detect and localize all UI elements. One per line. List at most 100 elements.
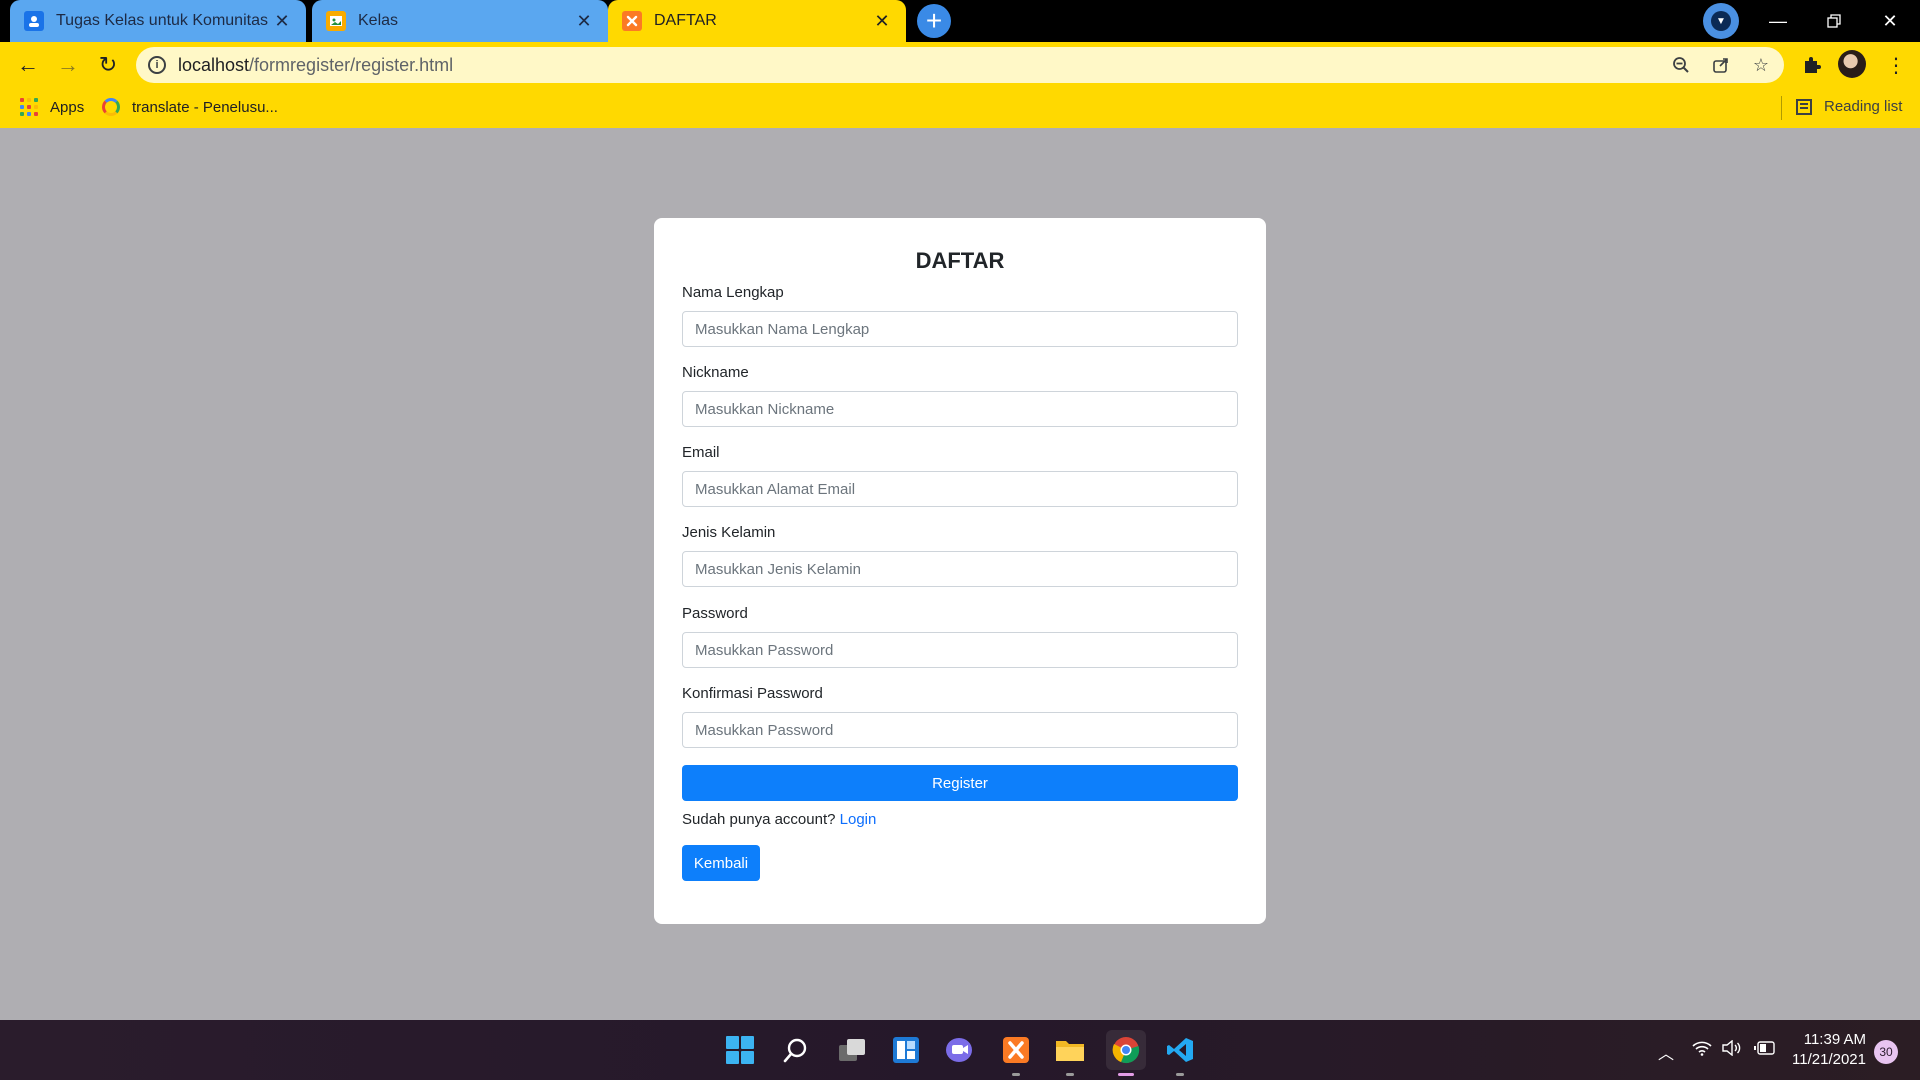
xampp-icon [1003, 1037, 1029, 1063]
minimize-button[interactable]: — [1750, 0, 1806, 42]
label-email: Email [682, 444, 720, 461]
system-clock[interactable]: 11:39 AM 11/21/2021 [1790, 1030, 1866, 1070]
menu-kebab-icon[interactable]: ⋮ [1880, 49, 1912, 81]
tab-strip: Tugas Kelas untuk Komunitas Pro ✕ Kelas … [0, 0, 1920, 42]
url-path: /formregister/register.html [249, 55, 454, 75]
nama-lengkap-input[interactable] [682, 311, 1238, 347]
password-input[interactable] [682, 632, 1238, 668]
chevron-down-icon: ▼ [1711, 11, 1731, 31]
running-indicator [1066, 1073, 1074, 1076]
zoom-icon[interactable] [1668, 52, 1694, 78]
login-prompt-line: Sudah punya account? Login [682, 811, 876, 828]
reload-button[interactable]: ↻ [92, 49, 124, 81]
widgets-button[interactable] [886, 1030, 926, 1070]
taskbar-search-button[interactable] [776, 1030, 816, 1070]
reload-icon: ↻ [98, 52, 118, 77]
clock-date: 11/21/2021 [1792, 1051, 1866, 1068]
tab-tugas-kelas[interactable]: Tugas Kelas untuk Komunitas Pro ✕ [10, 0, 306, 42]
file-explorer-icon [1056, 1041, 1084, 1061]
classroom-icon [24, 11, 44, 31]
arrow-right-icon: → [57, 52, 79, 77]
tab-search-button[interactable]: ▼ [1703, 3, 1739, 39]
label-konfirmasi-password: Konfirmasi Password [682, 685, 823, 702]
clock-time: 11:39 AM [1803, 1031, 1866, 1048]
form-title: DAFTAR [915, 248, 1005, 273]
browser-toolbar: ← → ↻ i localhost/formregister/register.… [0, 42, 1920, 88]
close-icon[interactable]: ✕ [272, 11, 292, 32]
forward-button[interactable]: → [52, 49, 84, 81]
chevron-up-icon[interactable]: ︿ [1658, 1040, 1674, 1064]
task-view-icon [839, 1039, 865, 1061]
vscode-icon [1167, 1038, 1193, 1062]
restore-button[interactable] [1806, 0, 1862, 42]
konfirmasi-password-input[interactable] [682, 712, 1238, 748]
login-prompt-text: Sudah punya account? [682, 811, 836, 828]
email-input[interactable] [682, 471, 1238, 507]
register-card: DAFTAR Nama Lengkap Nickname Email Jenis… [654, 218, 1266, 924]
url-text[interactable]: localhost/formregister/register.html [178, 55, 453, 76]
running-indicator [1176, 1073, 1184, 1076]
new-tab-button[interactable]: + [917, 4, 951, 38]
xampp-taskbar-button[interactable] [996, 1030, 1036, 1076]
label-nama-lengkap: Nama Lengkap [682, 284, 784, 301]
teams-chat-icon [946, 1038, 972, 1062]
close-icon: ✕ [1882, 10, 1898, 31]
label-jenis-kelamin: Jenis Kelamin [682, 524, 776, 541]
back-button[interactable]: Kembali [682, 845, 760, 881]
label-nickname: Nickname [682, 364, 749, 381]
file-explorer-button[interactable] [1050, 1030, 1090, 1076]
restore-icon [1827, 14, 1841, 28]
classroom-image-icon [326, 11, 346, 31]
chrome-taskbar-button[interactable] [1106, 1030, 1146, 1076]
running-indicator [1012, 1073, 1020, 1076]
back-button[interactable]: ← [12, 49, 44, 81]
share-icon[interactable] [1708, 52, 1734, 78]
battery-icon[interactable] [1754, 1040, 1776, 1061]
login-link[interactable]: Login [840, 811, 877, 828]
task-view-button[interactable] [832, 1030, 872, 1070]
reading-list-icon [1796, 98, 1812, 115]
close-icon[interactable]: ✕ [574, 11, 594, 32]
minimize-icon: — [1769, 10, 1787, 31]
bookmark-label: Apps [50, 98, 85, 116]
register-button[interactable]: Register [682, 765, 1238, 801]
bookmark-divider [1781, 96, 1782, 120]
label-password: Password [682, 605, 748, 622]
tab-title: Kelas [358, 12, 399, 29]
bookmarks-bar: Apps translate - Penelusu... Reading lis… [0, 88, 1920, 128]
windows-start-icon [726, 1036, 754, 1064]
tab-title: DAFTAR [654, 12, 717, 29]
running-indicator [1118, 1073, 1134, 1076]
bookmark-apps[interactable]: Apps [20, 98, 84, 116]
reading-list-button[interactable]: Reading list [1796, 98, 1902, 115]
profile-avatar[interactable] [1838, 50, 1866, 78]
notification-badge[interactable]: 30 [1874, 1040, 1898, 1064]
search-icon [783, 1038, 807, 1063]
widgets-icon [893, 1037, 919, 1063]
extensions-icon[interactable] [1796, 49, 1828, 81]
star-icon[interactable]: ☆ [1748, 52, 1774, 78]
close-icon[interactable]: ✕ [872, 11, 892, 32]
vscode-taskbar-button[interactable] [1160, 1030, 1200, 1076]
tab-kelas[interactable]: Kelas ✕ [312, 0, 608, 42]
start-button[interactable] [720, 1030, 760, 1070]
xampp-icon [622, 11, 642, 31]
url-host: localhost [178, 55, 250, 75]
jenis-kelamin-input[interactable] [682, 551, 1238, 587]
close-window-button[interactable]: ✕ [1862, 0, 1918, 42]
site-info-icon[interactable]: i [148, 56, 166, 74]
wifi-icon[interactable] [1692, 1040, 1712, 1061]
address-bar[interactable]: i localhost/formregister/register.html ☆ [136, 47, 1784, 83]
teams-chat-button[interactable] [940, 1030, 980, 1070]
reading-list-label: Reading list [1824, 98, 1903, 115]
windows-taskbar: ︿ [0, 1020, 1920, 1080]
volume-icon[interactable] [1722, 1039, 1742, 1061]
apps-grid-icon [20, 98, 38, 116]
google-icon [102, 98, 120, 116]
nickname-input[interactable] [682, 391, 1238, 427]
bookmark-translate[interactable]: translate - Penelusu... [102, 98, 278, 116]
arrow-left-icon: ← [17, 52, 39, 77]
plus-icon: + [925, 5, 943, 36]
tab-title: Tugas Kelas untuk Komunitas Pro [56, 12, 272, 29]
tab-daftar[interactable]: DAFTAR ✕ [608, 0, 906, 42]
